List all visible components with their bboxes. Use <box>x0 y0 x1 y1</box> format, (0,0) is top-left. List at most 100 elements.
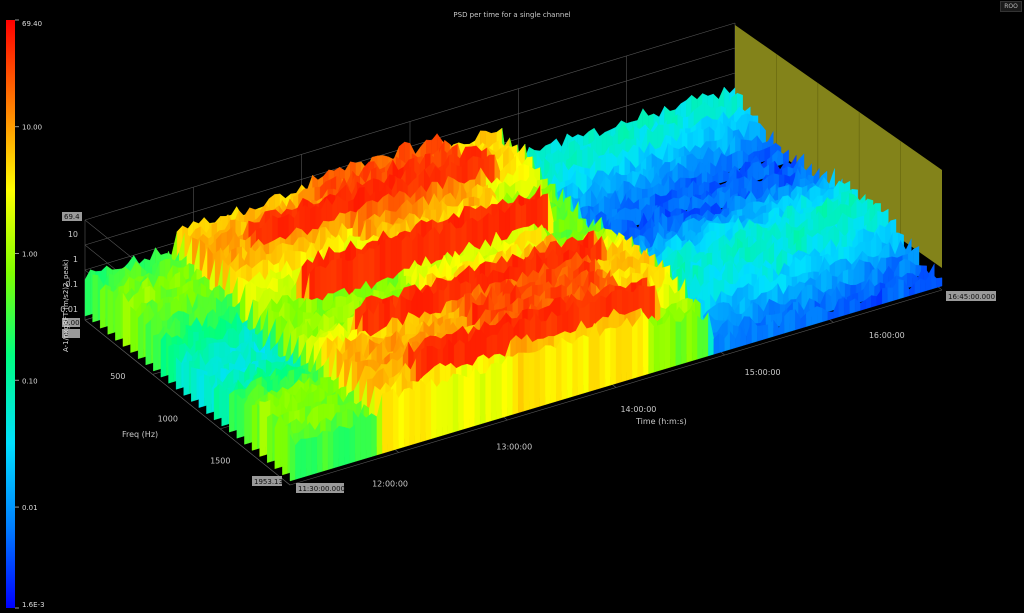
surface-cell <box>887 287 894 303</box>
surface-cell <box>717 170 724 184</box>
surface-cell <box>507 356 513 417</box>
surface-cell <box>479 373 486 425</box>
surface-cell <box>420 378 427 443</box>
surface-cell <box>556 337 562 402</box>
surface-cell <box>653 324 660 373</box>
surface-cell <box>311 436 318 475</box>
time-tick-label: 15:00:00 <box>745 368 781 377</box>
surface-cell <box>251 403 258 451</box>
surface-cell <box>871 295 877 308</box>
colorbar-ticks: 69.40 10.00 1.00 0.10 0.01 1.6E-3 <box>15 19 45 609</box>
surface-cell <box>759 148 765 163</box>
surface-cell <box>697 315 704 360</box>
colorbar <box>6 20 15 608</box>
surface-cell <box>452 373 459 433</box>
surface-cell <box>827 311 834 321</box>
surface-cell <box>632 319 638 379</box>
surface-cell <box>550 345 557 404</box>
surface-cell <box>425 378 432 441</box>
surface-cell <box>604 327 611 388</box>
time-tick-label: 13:00:00 <box>496 442 532 451</box>
surface-cell <box>393 387 399 451</box>
surface-cell <box>675 321 682 366</box>
surface-cell <box>99 284 106 329</box>
time-tick-label: 14:00:00 <box>620 405 656 414</box>
surface-cell <box>183 360 190 396</box>
surface-cell <box>936 277 943 288</box>
freq-tick-label: 1000 <box>158 414 178 423</box>
surface-cell <box>882 287 888 305</box>
surface-cell <box>816 306 823 324</box>
surface-cell <box>92 274 99 323</box>
surface-cell <box>168 343 175 384</box>
surface-cell <box>409 387 416 446</box>
surface-cell <box>659 323 666 371</box>
surface-cell <box>403 387 410 448</box>
freq-axis-label: Freq (Hz) <box>122 430 158 439</box>
surface-cell <box>122 292 129 347</box>
surface-cell <box>344 426 350 466</box>
surface-cell <box>545 345 551 405</box>
surface-cell <box>534 349 541 409</box>
surface-cell <box>431 378 437 440</box>
psd-surface-chart: PSD per time for a single channel 69.40 1… <box>6 11 996 609</box>
surface-cell <box>523 352 530 412</box>
surface-cell <box>382 392 388 454</box>
surface-cell <box>474 366 481 427</box>
surface-cell <box>338 425 345 467</box>
surface-cell <box>610 327 617 386</box>
surface-cell <box>145 319 152 366</box>
time-tick-label: 12:00:00 <box>372 479 408 488</box>
colorbar-tick-label: 69.40 <box>22 20 42 28</box>
surface-cell <box>811 306 818 326</box>
surface-cell <box>664 313 671 370</box>
surface-cell <box>838 297 845 318</box>
freq-max-label: 1953.13 <box>254 478 283 486</box>
surface-cell <box>930 272 937 290</box>
colorbar-tick-label: 10.00 <box>22 124 42 132</box>
surface-cell <box>681 313 687 365</box>
z-max-label: 69.4 <box>64 213 80 221</box>
time-axis-label: Time (h:m:s) <box>635 417 687 426</box>
surface-cell <box>371 413 378 457</box>
surface-cell <box>447 373 454 435</box>
surface-cell <box>615 325 622 384</box>
freq-tick-label: 500 <box>110 372 125 381</box>
surface-cell <box>316 430 323 474</box>
surface-cell <box>360 412 367 461</box>
surface-cell <box>458 374 465 431</box>
surface-cell <box>441 380 448 436</box>
time-start-label: 11:30:00.000 <box>298 485 345 493</box>
surface-cell <box>229 389 235 433</box>
chart-title: PSD per time for a single channel <box>453 11 570 19</box>
surface-cell <box>365 413 372 459</box>
surface-cell <box>84 269 91 317</box>
surface-cell <box>512 352 519 415</box>
surface-cell <box>259 401 266 457</box>
surface-cell <box>626 317 633 381</box>
surface-cell <box>572 337 579 397</box>
surface-cell <box>757 325 763 342</box>
surface-cell <box>496 362 503 420</box>
surface-cell <box>670 313 676 368</box>
surface-cell <box>762 324 769 340</box>
surface-cell <box>267 413 273 463</box>
colorbar-tick-label: 0.10 <box>22 377 38 385</box>
surface-cell <box>236 393 243 439</box>
chart-stage: ROO PSD per time for a single channel 69… <box>0 0 1024 613</box>
surface-cell <box>160 331 167 378</box>
surface-cell <box>599 328 606 389</box>
surface-cell <box>920 278 926 293</box>
colorbar-tick-label: 1.6E-3 <box>22 601 45 609</box>
surface-cell <box>198 374 205 408</box>
surface-cell <box>295 438 302 480</box>
surface-cell <box>539 345 546 407</box>
surface-cell <box>333 425 340 469</box>
surface-cell <box>518 352 524 414</box>
surface-cell <box>906 273 913 289</box>
time-end-label: 16:45:00.000 <box>948 293 995 301</box>
surface-cell <box>322 430 329 472</box>
surface-cell <box>387 388 394 453</box>
surface-cell <box>501 355 508 418</box>
surface-cell <box>398 388 405 449</box>
